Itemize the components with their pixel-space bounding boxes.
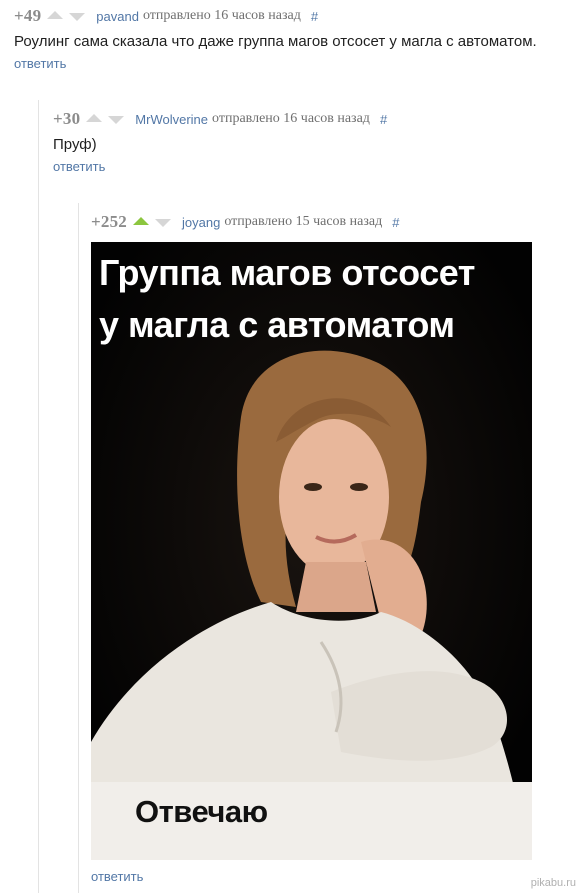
thread-line (38, 100, 39, 893)
comment-author[interactable]: MrWolverine (135, 112, 208, 127)
image-caption-top-line2: у магла с автоматом (99, 304, 455, 345)
comment: +30 MrWolverine отправлено 16 часов наза… (53, 109, 387, 174)
comment-author[interactable]: joyang (182, 215, 220, 230)
image-caption-bottom: Отвечаю (135, 794, 268, 829)
comment-timestamp: отправлено 15 часов назад (224, 214, 383, 229)
image-caption-top-line1: Группа магов отсосет (99, 252, 475, 293)
upvote-icon[interactable] (86, 114, 103, 122)
upvote-icon[interactable] (133, 217, 149, 225)
comment-author[interactable]: pavand (96, 9, 139, 24)
reply-link[interactable]: ответить (53, 159, 387, 174)
reply-link[interactable]: ответить (91, 869, 143, 884)
comment-rating: +252 (91, 212, 127, 231)
comment-header: +49 pavand отправлено 16 часов назад # (14, 6, 537, 26)
thread-line (78, 203, 79, 893)
comment-timestamp: отправлено 16 часов назад (212, 111, 370, 126)
reply-link[interactable]: ответить (14, 56, 537, 71)
upvote-icon[interactable] (47, 11, 64, 19)
comment-text: Роулинг сама сказала что даже группа маг… (14, 33, 537, 50)
comment-header: +30 MrWolverine отправлено 16 часов наза… (53, 109, 387, 129)
comment-text: Пруф) (53, 136, 97, 153)
comment: +252 joyang отправлено 15 часов назад # (91, 212, 399, 232)
comment-permalink[interactable]: # (380, 112, 387, 127)
site-watermark: pikabu.ru (530, 877, 576, 889)
comment-header: +252 joyang отправлено 15 часов назад # (91, 212, 399, 232)
comment: +49 pavand отправлено 16 часов назад # Р… (14, 6, 537, 71)
comment-image[interactable]: Группа магов отсосет у магла с автоматом… (91, 242, 532, 860)
comment-rating: +49 (14, 6, 42, 25)
downvote-icon[interactable] (69, 13, 86, 21)
comment-permalink[interactable]: # (392, 215, 399, 230)
comment-permalink[interactable]: # (311, 9, 318, 24)
comment-timestamp: отправлено 16 часов назад (142, 8, 301, 23)
downvote-icon[interactable] (108, 116, 125, 124)
comment-rating: +30 (53, 109, 81, 128)
downvote-icon[interactable] (155, 219, 171, 227)
